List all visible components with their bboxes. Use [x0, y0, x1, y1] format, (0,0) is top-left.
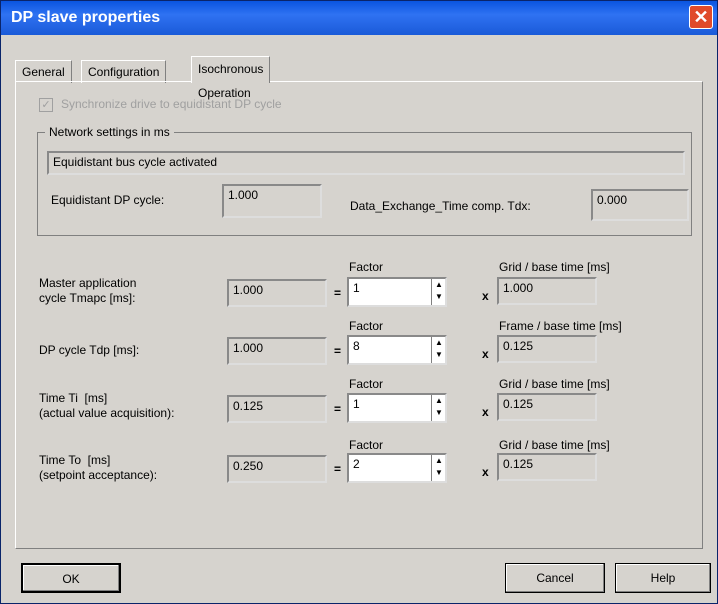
- dp-cycle-field: 1.000: [222, 184, 322, 218]
- checkbox-icon[interactable]: ✓: [39, 97, 53, 112]
- tab-general[interactable]: General: [15, 60, 72, 83]
- tab-isochronous-operation[interactable]: Isochronous Operation: [191, 56, 271, 100]
- tdx-label: Data_Exchange_Time comp. Tdx:: [350, 199, 531, 213]
- equals-sign: =: [334, 402, 342, 416]
- factor-label: Factor: [349, 260, 384, 274]
- spinner-arrows-icon[interactable]: ▲ ▼: [431, 395, 446, 421]
- tdx-field: 0.000: [591, 189, 689, 221]
- spinner-arrows-icon[interactable]: ▲ ▼: [431, 455, 446, 481]
- tdp-value-field: 1.000: [227, 337, 327, 365]
- tmapc-value-field: 1.000: [227, 279, 327, 307]
- times-sign: x: [482, 289, 489, 303]
- factor-label: Factor: [349, 377, 384, 391]
- tdp-base-field: 0.125: [497, 335, 597, 363]
- row-label-ti: Time Ti [ms] (actual value acquisition):: [39, 391, 175, 420]
- tab-configuration[interactable]: Configuration: [81, 60, 167, 83]
- close-icon[interactable]: ✕: [689, 5, 713, 29]
- network-settings-label: Network settings in ms: [45, 125, 174, 139]
- title-bar[interactable]: DP slave properties ✕: [1, 1, 717, 35]
- equals-sign: =: [334, 462, 342, 476]
- factor-label: Factor: [349, 319, 384, 333]
- equals-sign: =: [334, 344, 342, 358]
- to-base-field: 0.125: [497, 453, 597, 481]
- window-title: DP slave properties: [11, 9, 161, 26]
- base-time-label: Grid / base time [ms]: [499, 260, 610, 274]
- to-value-field: 0.250: [227, 455, 327, 483]
- ti-value-field: 0.125: [227, 395, 327, 423]
- help-button[interactable]: Help: [615, 563, 711, 593]
- times-sign: x: [482, 465, 489, 479]
- times-sign: x: [482, 405, 489, 419]
- factor-label: Factor: [349, 438, 384, 452]
- spinner-arrows-icon[interactable]: ▲ ▼: [431, 279, 446, 305]
- equals-sign: =: [334, 286, 342, 300]
- dp-cycle-label: Equidistant DP cycle:: [51, 193, 165, 207]
- dialog-window: DP slave properties ✕ General Configurat…: [0, 0, 718, 604]
- times-sign: x: [482, 347, 489, 361]
- ti-base-field: 0.125: [497, 393, 597, 421]
- base-time-label: Grid / base time [ms]: [499, 438, 610, 452]
- tmapc-base-field: 1.000: [497, 277, 597, 305]
- row-label-tdp: DP cycle Tdp [ms]:: [39, 343, 140, 357]
- row-label-tmapc: Master application cycle Tmapc [ms]:: [39, 276, 137, 305]
- cancel-button[interactable]: Cancel: [505, 563, 605, 593]
- spinner-arrows-icon[interactable]: ▲ ▼: [431, 337, 446, 363]
- base-time-label: Grid / base time [ms]: [499, 377, 610, 391]
- base-time-label: Frame / base time [ms]: [499, 319, 622, 333]
- row-label-to: Time To [ms] (setpoint acceptance):: [39, 453, 158, 482]
- bus-status-field: Equidistant bus cycle activated: [47, 151, 685, 175]
- ok-button[interactable]: OK: [21, 563, 121, 593]
